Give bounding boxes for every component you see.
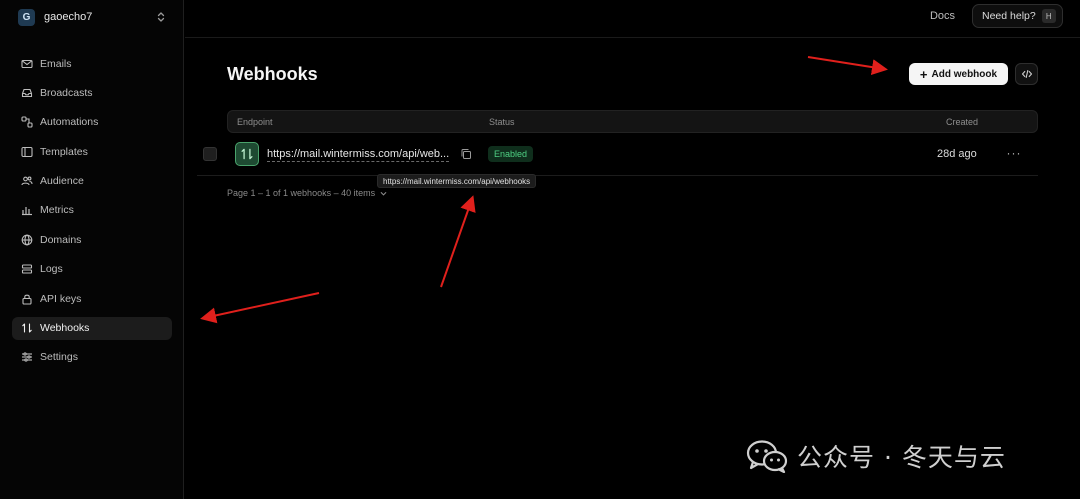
- code-icon: [1021, 69, 1032, 79]
- sidebar-nav: Emails Broadcasts Automations Templates …: [12, 52, 172, 375]
- globe-icon: [21, 234, 33, 246]
- wechat-icon: [746, 440, 788, 473]
- watermark-text: 公众号 · 冬天与云: [797, 443, 1006, 472]
- sidebar-item-label: Broadcasts: [40, 86, 93, 99]
- workflow-icon: [21, 116, 33, 128]
- sidebar-item-label: Templates: [40, 145, 88, 158]
- add-webhook-button[interactable]: + Add webhook: [909, 63, 1008, 85]
- copy-icon[interactable]: [460, 148, 472, 160]
- logs-icon: [21, 264, 33, 274]
- chevron-up-down-icon: [157, 12, 165, 22]
- workspace-avatar: G: [18, 8, 35, 26]
- sidebar-item-domains[interactable]: Domains: [12, 228, 172, 251]
- sidebar-item-label: Audience: [40, 175, 84, 188]
- sidebar-item-label: Settings: [40, 351, 78, 364]
- row-checkbox[interactable]: [203, 147, 217, 161]
- sidebar-item-audience[interactable]: Audience: [12, 170, 172, 193]
- sidebar-item-emails[interactable]: Emails: [12, 52, 172, 75]
- plus-icon: +: [919, 66, 928, 82]
- table-row[interactable]: https://mail.wintermiss.com/api/web... E…: [197, 139, 1038, 176]
- column-header-status: Status: [489, 117, 515, 127]
- workspace-name: gaoecho7: [44, 11, 93, 23]
- sidebar-item-label: Emails: [40, 57, 72, 70]
- template-icon: [21, 146, 33, 157]
- pagination-selector[interactable]: Page 1 – 1 of 1 webhooks – 40 items: [227, 188, 388, 198]
- sidebar-item-label: Logs: [40, 263, 63, 276]
- sidebar-item-api-keys[interactable]: API keys: [12, 287, 172, 310]
- lock-icon: [22, 294, 32, 305]
- users-icon: [21, 176, 33, 186]
- workspace-switcher[interactable]: G gaoecho7: [10, 6, 174, 28]
- bar-chart-icon: [22, 207, 32, 216]
- pagination-text: Page 1 – 1 of 1 webhooks – 40 items: [227, 188, 376, 198]
- sidebar-item-logs[interactable]: Logs: [12, 258, 172, 281]
- mail-icon: [21, 59, 33, 68]
- chevron-down-icon: [380, 191, 387, 196]
- endpoint-icon: [235, 142, 259, 166]
- table-header: Endpoint Status Created: [227, 110, 1038, 133]
- sliders-icon: [22, 352, 32, 363]
- column-header-created: Created: [945, 117, 978, 127]
- sidebar-item-automations[interactable]: Automations: [12, 111, 172, 134]
- sidebar-item-webhooks[interactable]: Webhooks: [12, 316, 172, 340]
- top-bar: Docs Need help? H: [185, 0, 1080, 38]
- url-tooltip: https://mail.wintermiss.com/api/webhooks: [377, 174, 537, 188]
- endpoint-url[interactable]: https://mail.wintermiss.com/api/web...: [267, 148, 450, 162]
- need-help-label: Need help?: [982, 10, 1036, 22]
- sidebar-item-label: Metrics: [40, 204, 74, 217]
- add-webhook-label: Add webhook: [931, 68, 998, 80]
- arrow-to-webhooks-nav: [200, 292, 320, 324]
- keyboard-shortcut-badge: H: [1041, 9, 1056, 23]
- watermark: 公众号 · 冬天与云: [745, 437, 1006, 475]
- sidebar-item-templates[interactable]: Templates: [12, 140, 172, 163]
- webhook-icon: [22, 323, 32, 333]
- status-badge: Enabled: [488, 146, 534, 162]
- page-title: Webhooks: [227, 64, 318, 84]
- sidebar-item-metrics[interactable]: Metrics: [12, 199, 172, 222]
- webhook-icon: [241, 148, 253, 160]
- need-help-button[interactable]: Need help? H: [972, 4, 1063, 28]
- sidebar-item-label: API keys: [40, 292, 82, 305]
- column-header-endpoint: Endpoint: [237, 117, 273, 127]
- arrow-to-endpoint-url: [440, 195, 476, 288]
- inbox-icon: [21, 88, 33, 97]
- arrow-to-add-webhook: [807, 56, 888, 76]
- sidebar: G gaoecho7 Emails Broadcasts Automations…: [0, 0, 184, 499]
- sidebar-item-label: Automations: [40, 116, 99, 129]
- view-code-button[interactable]: [1015, 63, 1038, 85]
- sidebar-item-settings[interactable]: Settings: [12, 346, 172, 369]
- created-date: 28d ago: [937, 148, 977, 160]
- sidebar-item-label: Webhooks: [40, 322, 90, 335]
- sidebar-item-broadcasts[interactable]: Broadcasts: [12, 81, 172, 104]
- sidebar-item-label: Domains: [40, 233, 82, 246]
- docs-link[interactable]: Docs: [930, 10, 955, 22]
- more-options-icon[interactable]: ···: [1005, 144, 1023, 162]
